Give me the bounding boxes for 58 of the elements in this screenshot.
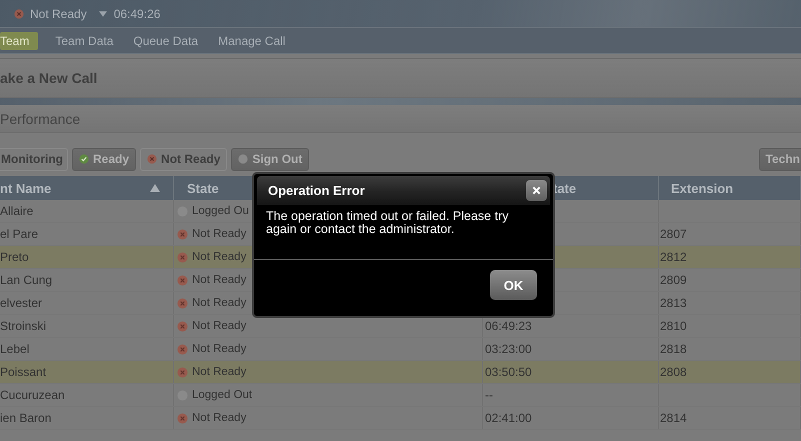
state-timer: 06:49:26 [114,6,160,20]
panel-title[interactable]: ake a New Call [0,70,98,86]
state-time: 03:23:00 [485,342,532,356]
agent-state: Not Ready [192,343,246,355]
sort-ascending-icon[interactable] [150,184,160,192]
extension: 2812 [660,250,687,264]
extension: 2809 [660,273,687,287]
agent-name: Cucuruzean [0,388,65,402]
state-button[interactable]: Ready [72,148,136,170]
nav-tab[interactable]: Queue Data [128,32,204,50]
nav-tab[interactable]: Team [0,32,38,50]
agent-name: Allaire [0,204,34,218]
table-row[interactable]: Stroinski Not Ready 06:49:23 2810 [0,315,801,338]
table-row[interactable]: ien Baron Not Ready 02:41:00 2814 [0,407,801,430]
nav-tab[interactable]: Team Data [50,32,118,50]
column-header[interactable]: Extension [671,180,734,196]
agent-state[interactable]: Not Ready [30,6,87,20]
table-row[interactable]: Lebel Not Ready 03:23:00 2818 [0,338,801,361]
agent-state: Not Ready [192,274,246,286]
state-time: -- [485,388,493,402]
ok-button[interactable]: OK [490,270,537,300]
extension: 2807 [660,227,687,241]
agent-name: Lebel [0,342,30,356]
state-time: 06:49:23 [485,319,532,333]
extension: 2814 [660,411,687,425]
agent-state: Not Ready [192,412,246,424]
agent-state: Not Ready [192,366,246,378]
agent-state: Not Ready [192,228,246,240]
table-row[interactable]: Poissant Not Ready 03:50:50 2808 [0,361,801,384]
dialog-title: Operation Error [268,183,365,198]
caret-icon[interactable] [98,10,107,16]
agent-name: Poissant [0,365,46,379]
agent-name: Lan Cung [0,273,52,287]
extension: 2818 [660,342,687,356]
state-time: 02:41:00 [485,411,532,425]
agent-name: el Pare [0,227,38,241]
agent-name: elvester [0,296,42,310]
agent-state: Logged Out [192,389,252,401]
dialog-message: The operation timed out or failed. Please try again or contact the administrator. [265,208,510,238]
agent-name: ien Baron [0,411,52,425]
extension: 2810 [660,319,687,333]
toolbar-button[interactable]: Techn [758,148,801,170]
agent-state: Not Ready [192,251,246,263]
close-button[interactable] [526,180,547,201]
extension: 2808 [660,365,687,379]
agent-name: Preto [0,250,29,264]
nav-tab[interactable]: Manage Call [213,32,290,50]
state-button[interactable]: Sign Out [231,148,310,170]
agent-state: Not Ready [192,320,246,332]
close-icon [532,186,541,195]
column-header[interactable]: State [187,180,219,196]
agent-state: Logged Ou [192,205,249,217]
extension: 2813 [660,296,687,310]
column-header[interactable]: nt Name [0,180,52,196]
agent-name: Stroinski [0,319,46,333]
state-time: 03:50:50 [485,365,532,379]
agent-state: Not Ready [192,297,246,309]
table-row[interactable]: Cucuruzean Logged Out -- [0,384,801,407]
